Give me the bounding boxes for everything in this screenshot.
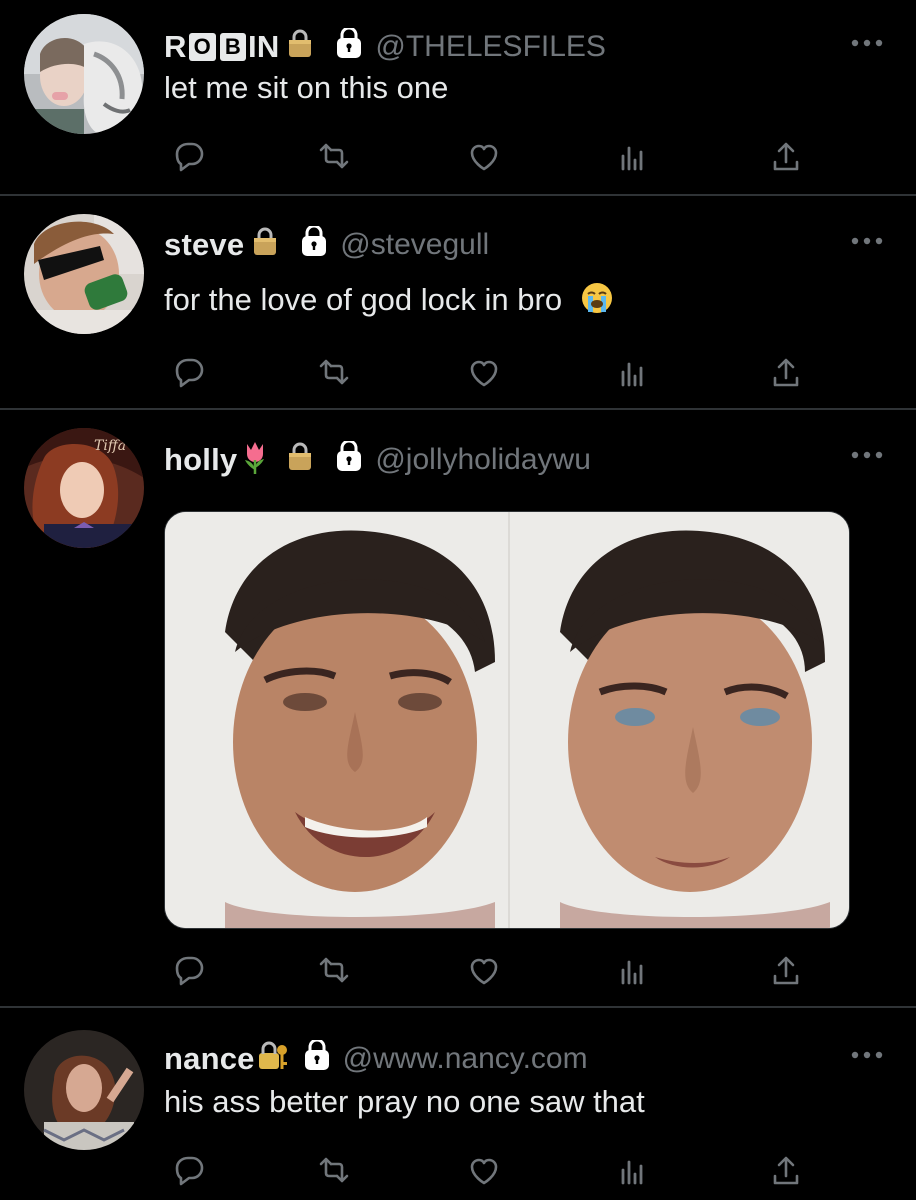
loudly-crying-face-icon xyxy=(581,282,613,322)
like-icon[interactable] xyxy=(464,352,504,392)
protected-lock-icon xyxy=(300,224,328,263)
share-icon[interactable] xyxy=(766,950,806,990)
like-icon[interactable] xyxy=(464,1150,504,1190)
protected-lock-icon xyxy=(335,26,363,65)
display-name[interactable]: holly xyxy=(164,442,237,478)
analytics-icon[interactable] xyxy=(612,1150,652,1190)
reply-icon[interactable] xyxy=(164,352,204,392)
share-icon[interactable] xyxy=(766,352,806,392)
handle[interactable]: @www.nancy.com xyxy=(343,1042,588,1076)
tweet-header: steve @stevegull xyxy=(164,224,489,263)
analytics-icon[interactable] xyxy=(612,950,652,990)
tweet-text: let me sit on this one xyxy=(164,70,449,105)
display-name[interactable]: nance xyxy=(164,1041,255,1077)
reply-icon[interactable] xyxy=(164,950,204,990)
boxed-letter: O xyxy=(188,32,216,61)
tweet-header: R O B IN @THELESFILES xyxy=(164,26,606,65)
avatar[interactable]: Tiffa xyxy=(24,428,144,548)
share-icon[interactable] xyxy=(766,1150,806,1190)
tweet-4[interactable]: nance @www.nancy.com his ass better pray… xyxy=(0,1008,916,1200)
avatar[interactable] xyxy=(24,1030,144,1150)
more-options-icon[interactable] xyxy=(850,38,884,48)
retweet-icon[interactable] xyxy=(312,950,352,990)
reply-icon[interactable] xyxy=(164,1150,204,1190)
handle[interactable]: @THELESFILES xyxy=(375,30,606,64)
retweet-icon[interactable] xyxy=(312,136,352,176)
svg-text:Tiffa: Tiffa xyxy=(94,438,126,454)
more-options-icon[interactable] xyxy=(850,236,884,246)
tweet-header: nance @www.nancy.com xyxy=(164,1038,588,1077)
tweet-1[interactable]: R O B IN @THELESFILES let me sit on this… xyxy=(0,0,916,194)
action-bar xyxy=(164,1150,804,1190)
action-bar xyxy=(164,352,804,392)
analytics-icon[interactable] xyxy=(612,136,652,176)
tweet-header: holly @jollyholidaywu xyxy=(164,439,591,479)
locked-with-key-icon xyxy=(257,1040,289,1077)
tweet-text: his ass better pray no one saw that xyxy=(164,1084,645,1119)
tweet-media-image[interactable] xyxy=(164,511,850,929)
action-bar xyxy=(164,136,804,176)
like-icon[interactable] xyxy=(464,950,504,990)
tweet-text: for the love of god lock in bro xyxy=(164,282,613,322)
lock-emoji-icon xyxy=(287,29,313,64)
avatar[interactable] xyxy=(24,14,144,134)
retweet-icon[interactable] xyxy=(312,352,352,392)
display-name[interactable]: steve xyxy=(164,227,244,263)
protected-lock-icon xyxy=(303,1038,331,1077)
share-icon[interactable] xyxy=(766,136,806,176)
analytics-icon[interactable] xyxy=(612,352,652,392)
boxed-letter: B xyxy=(219,32,246,61)
action-bar xyxy=(164,950,804,990)
reply-icon[interactable] xyxy=(164,136,204,176)
more-options-icon[interactable] xyxy=(850,450,884,460)
handle[interactable]: @stevegull xyxy=(340,228,489,262)
tulip-icon xyxy=(241,440,269,479)
protected-lock-icon xyxy=(335,439,363,478)
tweet-2[interactable]: steve @stevegull for the love of god loc… xyxy=(0,196,916,408)
display-name[interactable]: R O B IN xyxy=(164,29,279,65)
tweet-text-content: for the love of god lock in bro xyxy=(164,282,563,318)
lock-emoji-icon xyxy=(287,442,313,477)
more-options-icon[interactable] xyxy=(850,1050,884,1060)
avatar[interactable] xyxy=(24,214,144,334)
retweet-icon[interactable] xyxy=(312,1150,352,1190)
handle[interactable]: @jollyholidaywu xyxy=(375,443,591,477)
like-icon[interactable] xyxy=(464,136,504,176)
lock-emoji-icon xyxy=(252,227,278,262)
